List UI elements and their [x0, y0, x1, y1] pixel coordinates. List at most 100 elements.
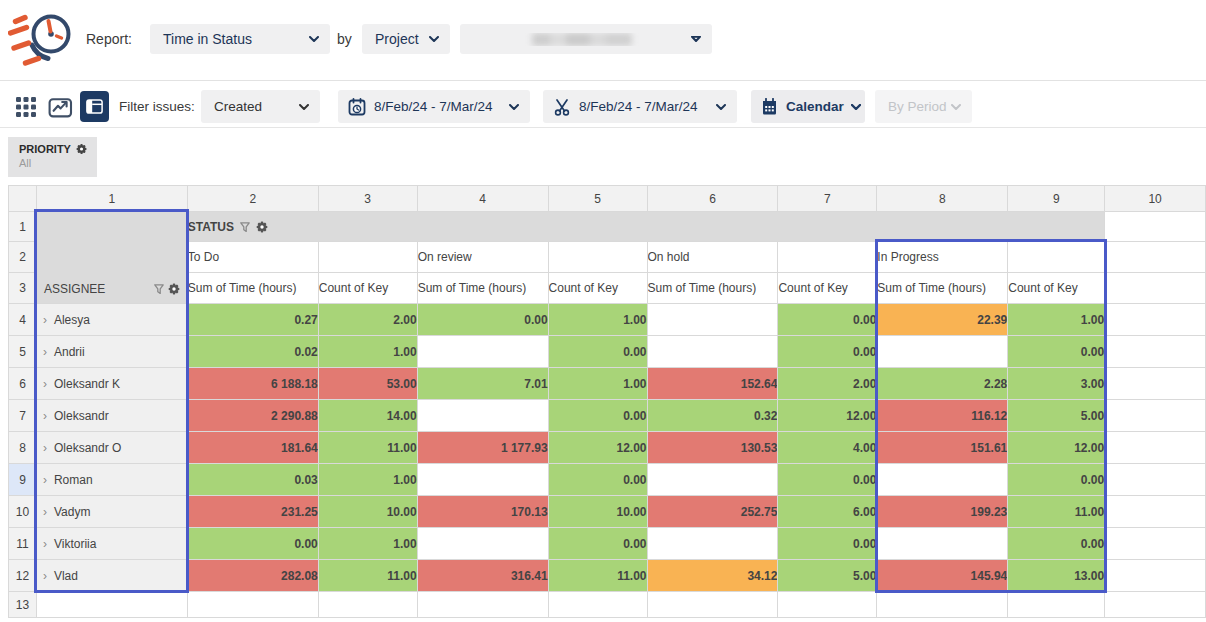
empty-cell[interactable]	[1105, 368, 1206, 400]
value-cell[interactable]: 11.00	[548, 560, 647, 592]
empty-cell[interactable]	[1105, 304, 1206, 336]
gear-icon[interactable]	[76, 143, 87, 155]
value-cell[interactable]: 130.53	[647, 432, 778, 464]
value-cell[interactable]: 1.00	[1008, 304, 1105, 336]
value-cell[interactable]: 1.00	[318, 464, 417, 496]
value-cell[interactable]: 0.00	[548, 528, 647, 560]
value-cell[interactable]	[647, 304, 778, 336]
measure-header-cell[interactable]: Sum of Time (hours)	[647, 273, 778, 304]
value-cell[interactable]: 1.00	[318, 336, 417, 368]
value-cell[interactable]: 14.00	[318, 400, 417, 432]
row-number-8[interactable]: 8	[9, 432, 37, 464]
expand-chevron-icon[interactable]: ›	[43, 473, 47, 487]
value-cell[interactable]	[647, 528, 778, 560]
empty-cell[interactable]	[1105, 464, 1206, 496]
measure-header-cell[interactable]: Sum of Time (hours)	[417, 273, 548, 304]
status-name-cell[interactable]: On hold	[647, 242, 778, 273]
row-number-7[interactable]: 7	[9, 400, 37, 432]
value-cell[interactable]: 11.00	[318, 560, 417, 592]
measure-header-cell[interactable]: Sum of Time (hours)	[877, 273, 1008, 304]
gear-icon[interactable]	[256, 221, 268, 233]
value-cell[interactable]: 53.00	[318, 368, 417, 400]
value-cell[interactable]	[877, 528, 1008, 560]
value-cell[interactable]: 1.00	[548, 368, 647, 400]
value-cell[interactable]: 22.39	[877, 304, 1008, 336]
status-name-cell[interactable]	[1008, 242, 1105, 273]
column-number-2[interactable]: 2	[187, 186, 318, 212]
empty-cell[interactable]	[778, 592, 877, 618]
assignee-row[interactable]: ›Vlad	[36, 560, 187, 592]
value-cell[interactable]: 116.12	[877, 400, 1008, 432]
value-cell[interactable]: 0.00	[778, 528, 877, 560]
filter-field-select[interactable]: Created	[201, 90, 320, 123]
value-cell[interactable]: 6.00	[778, 496, 877, 528]
empty-cell[interactable]	[1105, 592, 1206, 618]
assignee-row[interactable]: ›Andrii	[36, 336, 187, 368]
row-number-5[interactable]: 5	[9, 336, 37, 368]
assignee-row[interactable]: ›Roman	[36, 464, 187, 496]
measure-header-cell[interactable]: Count of Key	[318, 273, 417, 304]
value-cell[interactable]: 282.08	[187, 560, 318, 592]
value-cell[interactable]: 3.00	[1008, 368, 1105, 400]
value-cell[interactable]: 0.00	[417, 304, 548, 336]
expand-chevron-icon[interactable]: ›	[43, 345, 47, 359]
pivot-view-button[interactable]	[80, 91, 109, 122]
empty-cell[interactable]	[1105, 336, 1206, 368]
column-number-4[interactable]: 4	[417, 186, 548, 212]
column-number-8[interactable]: 8	[877, 186, 1008, 212]
column-number-7[interactable]: 7	[778, 186, 877, 212]
empty-cell[interactable]	[1105, 560, 1206, 592]
value-cell[interactable]: 11.00	[318, 432, 417, 464]
value-cell[interactable]	[877, 336, 1008, 368]
value-cell[interactable]	[877, 464, 1008, 496]
value-cell[interactable]: 181.64	[187, 432, 318, 464]
assignee-row[interactable]: ›Alesya	[36, 304, 187, 336]
assignee-row[interactable]: ›Oleksandr K	[36, 368, 187, 400]
empty-cell[interactable]	[36, 592, 187, 618]
column-number-3[interactable]: 3	[318, 186, 417, 212]
value-cell[interactable]	[417, 464, 548, 496]
value-cell[interactable]: 10.00	[548, 496, 647, 528]
value-cell[interactable]: 0.02	[187, 336, 318, 368]
empty-cell[interactable]	[1008, 592, 1105, 618]
column-number-5[interactable]: 5	[548, 186, 647, 212]
value-cell[interactable]: 0.00	[1008, 528, 1105, 560]
value-cell[interactable]: 0.03	[187, 464, 318, 496]
value-cell[interactable]: 34.12	[647, 560, 778, 592]
value-cell[interactable]: 0.27	[187, 304, 318, 336]
value-cell[interactable]: 151.61	[877, 432, 1008, 464]
empty-cell[interactable]	[1105, 212, 1206, 242]
expand-chevron-icon[interactable]: ›	[43, 537, 47, 551]
column-number-6[interactable]: 6	[647, 186, 778, 212]
empty-cell[interactable]	[1105, 432, 1206, 464]
assignee-row[interactable]: ›Vadym	[36, 496, 187, 528]
column-number-10[interactable]: 10	[1105, 186, 1206, 212]
value-cell[interactable]: 0.00	[1008, 336, 1105, 368]
row-number-1[interactable]: 1	[9, 212, 37, 242]
filter-icon[interactable]	[154, 284, 164, 294]
empty-cell[interactable]	[187, 592, 318, 618]
column-number-9[interactable]: 9	[1008, 186, 1105, 212]
project-select[interactable]	[460, 24, 712, 54]
value-cell[interactable]: 11.00	[1008, 496, 1105, 528]
gear-icon[interactable]	[168, 283, 180, 295]
value-cell[interactable]: 12.00	[778, 400, 877, 432]
value-cell[interactable]	[417, 528, 548, 560]
value-cell[interactable]: 0.00	[778, 336, 877, 368]
value-cell[interactable]: 12.00	[1008, 432, 1105, 464]
status-header-cell[interactable]: STATUS	[187, 212, 1104, 242]
value-cell[interactable]: 5.00	[778, 560, 877, 592]
value-cell[interactable]	[417, 336, 548, 368]
status-name-cell[interactable]: In Progress	[877, 242, 1008, 273]
expand-chevron-icon[interactable]: ›	[43, 313, 47, 327]
value-cell[interactable]: 231.25	[187, 496, 318, 528]
grid-corner[interactable]	[9, 186, 37, 212]
value-cell[interactable]: 152.64	[647, 368, 778, 400]
measure-header-cell[interactable]: Count of Key	[1008, 273, 1105, 304]
filter-icon[interactable]	[240, 222, 250, 232]
priority-filter[interactable]: PRIORITY All	[8, 137, 97, 177]
status-name-cell[interactable]: To Do	[187, 242, 318, 273]
row-number-13[interactable]: 13	[9, 592, 37, 618]
value-cell[interactable]: 2.00	[778, 368, 877, 400]
value-cell[interactable]: 0.00	[1008, 464, 1105, 496]
